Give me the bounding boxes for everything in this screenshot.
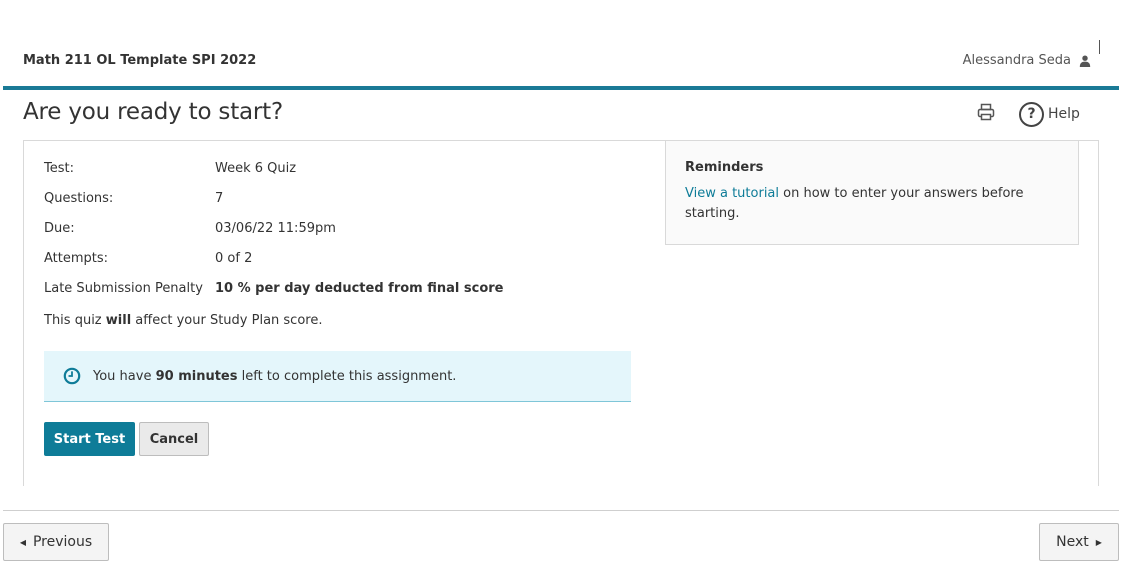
reminders-panel: Reminders View a tutorial on how to ente… (665, 141, 1079, 245)
time-limit-alert: You have 90 minutes left to complete thi… (44, 351, 631, 402)
caret-left-icon: ◀ (19, 537, 26, 547)
info-label: Questions: (44, 191, 114, 206)
timer-prefix: You have (93, 368, 156, 384)
help-icon: ? (1019, 101, 1044, 127)
info-label: Due: (44, 221, 75, 236)
info-value: 10 % per day deducted from final score (215, 281, 504, 296)
info-value: Week 6 Quiz (215, 161, 297, 176)
page-title: Are you ready to start? (23, 99, 284, 125)
study-note-suffix: affect your Study Plan score. (131, 313, 323, 328)
next-button[interactable]: Next ▶ (1039, 523, 1119, 561)
help-button[interactable]: ? Help (1019, 101, 1080, 127)
info-row-late-penalty: Late Submission Penalty 10 % per day ded… (44, 281, 503, 311)
timer-emphasis: 90 minutes (155, 368, 238, 384)
info-row-due: Due: 03/06/22 11:59pm (44, 221, 503, 251)
info-row-questions: Questions: 7 (44, 191, 503, 221)
help-label: Help (1048, 106, 1080, 122)
window-edge-marker (1099, 40, 1100, 54)
user-icon (1079, 55, 1091, 67)
info-row-attempts: Attempts: 0 of 2 (44, 251, 503, 281)
clock-icon (63, 367, 81, 385)
study-plan-note: This quiz will affect your Study Plan sc… (44, 313, 322, 328)
timer-text: You have 90 minutes left to complete thi… (93, 369, 456, 384)
start-test-button[interactable]: Start Test (44, 422, 135, 456)
course-title: Math 211 OL Template SPI 2022 (23, 53, 257, 68)
cancel-button[interactable]: Cancel (139, 422, 209, 456)
reminders-text: View a tutorial on how to enter your ans… (685, 184, 1059, 224)
study-note-prefix: This quiz (44, 313, 106, 328)
info-value: 0 of 2 (215, 251, 253, 266)
previous-button[interactable]: ◀ Previous (3, 523, 109, 561)
reminders-title: Reminders (685, 160, 764, 175)
user-menu[interactable]: Alessandra Seda (963, 53, 1091, 68)
info-label: Late Submission Penalty (44, 281, 203, 296)
test-info-table: Test: Week 6 Quiz Questions: 7 Due: 03/0… (44, 161, 503, 311)
study-note-emphasis: will (105, 313, 132, 328)
user-name: Alessandra Seda (962, 53, 1071, 68)
divider (3, 510, 1119, 511)
print-icon (976, 102, 996, 126)
view-tutorial-link[interactable]: View a tutorial (685, 186, 779, 201)
info-value: 7 (215, 191, 224, 206)
print-button[interactable] (975, 103, 997, 125)
test-start-panel: Test: Week 6 Quiz Questions: 7 Due: 03/0… (23, 140, 1099, 486)
previous-label: Previous (32, 534, 93, 550)
caret-right-icon: ▶ (1095, 537, 1102, 547)
top-bar: Math 211 OL Template SPI 2022 Alessandra… (3, 35, 1119, 90)
timer-suffix: left to complete this assignment. (237, 368, 457, 384)
info-row-test: Test: Week 6 Quiz (44, 161, 503, 191)
info-value: 03/06/22 11:59pm (215, 221, 336, 236)
info-label: Test: (44, 161, 74, 176)
next-label: Next (1056, 534, 1089, 550)
info-label: Attempts: (44, 251, 109, 266)
